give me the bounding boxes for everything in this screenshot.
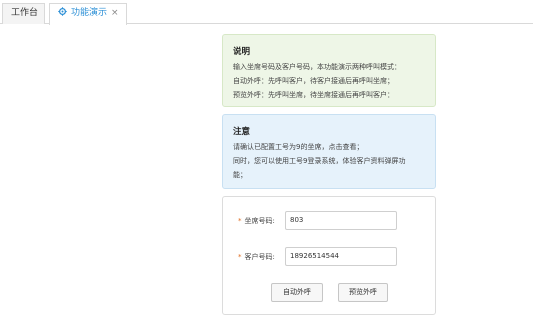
preview-call-button[interactable]: 预览外呼 (338, 283, 388, 302)
tab-feature-demo[interactable]: 功能演示 × (49, 3, 127, 25)
note-line: 同时，您可以使用工号9登录系统，体验客户资料弹屏功 (233, 157, 406, 165)
note-title: 注意 (233, 127, 251, 137)
customer-number-label: * 客户号码: (238, 252, 275, 262)
required-mark: * (238, 253, 242, 261)
close-icon[interactable]: × (111, 4, 119, 23)
auto-call-button[interactable]: 自动外呼 (271, 283, 323, 302)
description-line: 输入坐席号码及客户号码，本功能演示两种呼叫模式： (233, 63, 401, 71)
required-mark: * (238, 217, 242, 225)
tab-workbench-label: 工作台 (11, 8, 39, 18)
agent-number-label: * 坐席号码: (238, 216, 275, 226)
gear-icon (58, 5, 67, 16)
customer-number-label-text: 客户号码: (244, 253, 275, 261)
tab-feature-demo-label: 功能演示 (71, 8, 108, 18)
note-line: 能； (233, 171, 247, 179)
tab-workbench[interactable]: 工作台 (2, 3, 45, 24)
customer-number-input[interactable]: 18926514544 (285, 247, 397, 266)
description-panel: 说明 输入坐席号码及客户号码，本功能演示两种呼叫模式： 自动外呼：先呼叫客户，待… (222, 34, 436, 107)
note-line: 请确认已配置工号为9的坐席，点击查看； (233, 143, 364, 151)
agent-number-input[interactable]: 803 (285, 211, 397, 230)
description-title: 说明 (233, 47, 251, 57)
call-form: * 坐席号码: 803 * 客户号码: 18926514544 自动外呼 预览外呼 (222, 196, 436, 315)
tab-bar: 工作台 功能演示 × (0, 0, 533, 25)
note-panel: 注意 请确认已配置工号为9的坐席，点击查看； 同时，您可以使用工号9登录系统，体… (222, 114, 436, 189)
description-line: 预览外呼：先呼叫坐席，待坐席接通后再呼叫客户： (233, 91, 394, 99)
agent-number-label-text: 坐席号码: (244, 217, 275, 225)
description-line: 自动外呼：先呼叫客户，待客户接通后再呼叫坐席； (233, 77, 394, 85)
